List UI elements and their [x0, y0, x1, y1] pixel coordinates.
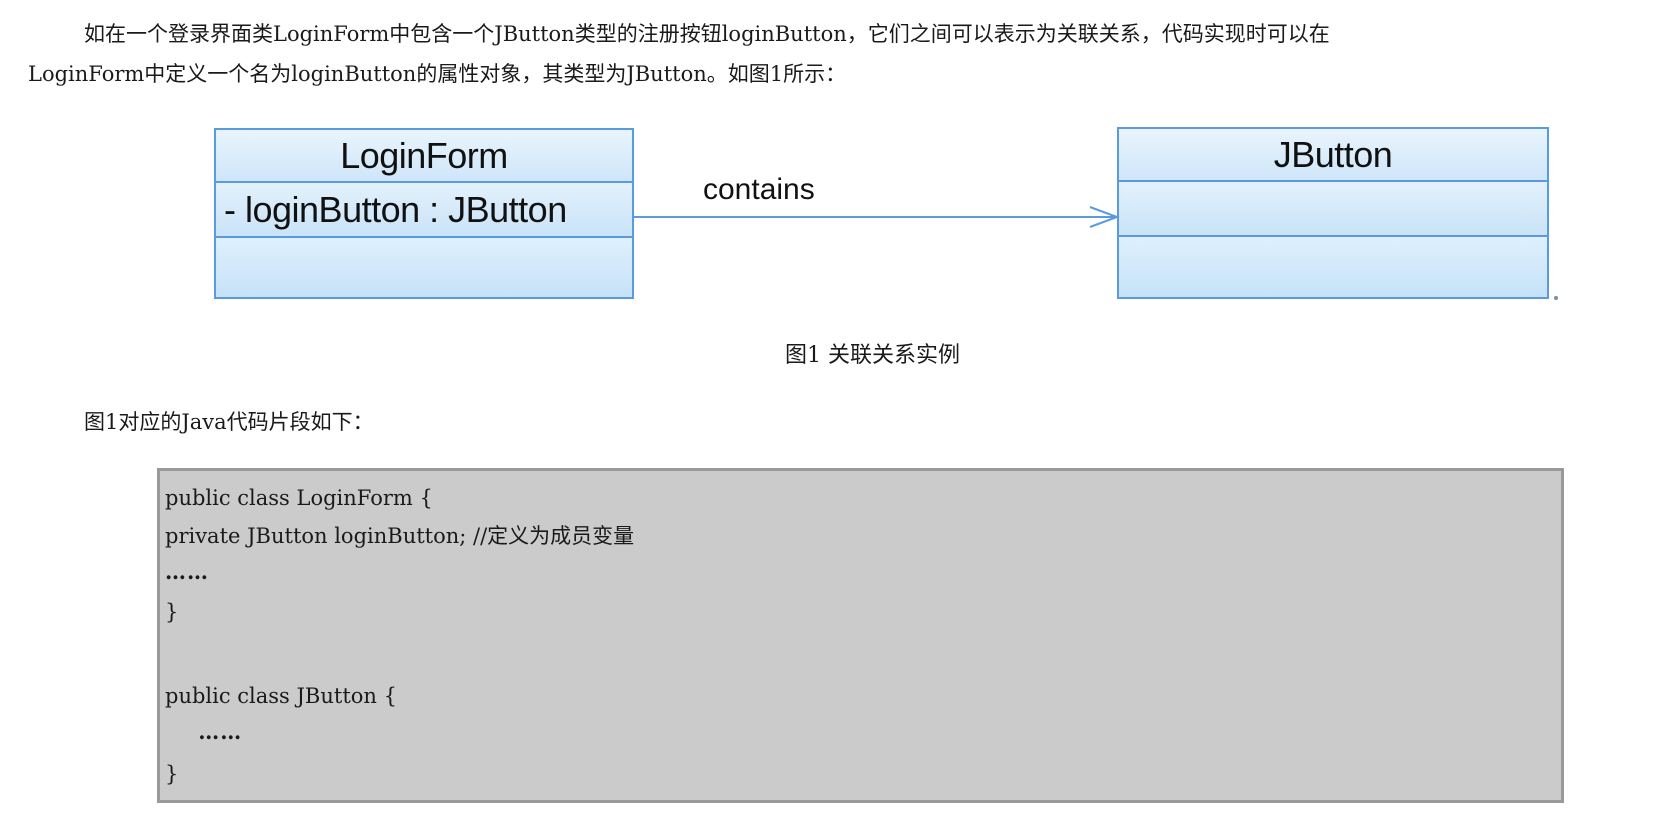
uml-class-loginform: LoginForm - loginButton : JButton — [214, 128, 634, 299]
code-block: public class LoginForm { private JButton… — [157, 468, 1564, 803]
class-name-loginform: LoginForm — [216, 130, 632, 183]
uml-class-jbutton: JButton — [1117, 127, 1549, 299]
association-arrowhead — [1089, 206, 1120, 228]
code-line: public class LoginForm { — [165, 486, 433, 510]
intro-line-2: LoginForm中定义一个名为loginButton的属性对象，其类型为JBu… — [28, 62, 847, 86]
class-name-jbutton: JButton — [1119, 129, 1547, 182]
code-line: public class JButton { — [165, 684, 397, 708]
corner-dot — [1554, 296, 1558, 300]
class-attributes-jbutton — [1119, 182, 1547, 237]
code-line: } — [165, 600, 179, 624]
intro-line-1: 如在一个登录界面类LoginForm中包含一个JButton类型的注册按钮log… — [84, 22, 1330, 46]
class-attribute-loginbutton: - loginButton : JButton — [216, 183, 632, 238]
class-operations-loginform — [216, 238, 632, 297]
code-line: private JButton loginButton; //定义为成员变量 — [165, 524, 635, 548]
intro-paragraph: 如在一个登录界面类LoginForm中包含一个JButton类型的注册按钮log… — [28, 14, 1628, 94]
code-line: } — [165, 762, 179, 786]
code-line: …… — [165, 719, 243, 744]
class-operations-jbutton — [1119, 237, 1547, 297]
association-label: contains — [703, 173, 815, 206]
code-line: …… — [165, 559, 209, 584]
code-lead-text: 图1对应的Java代码片段如下： — [84, 410, 374, 434]
figure-caption: 图1 关联关系实例 — [785, 343, 960, 368]
